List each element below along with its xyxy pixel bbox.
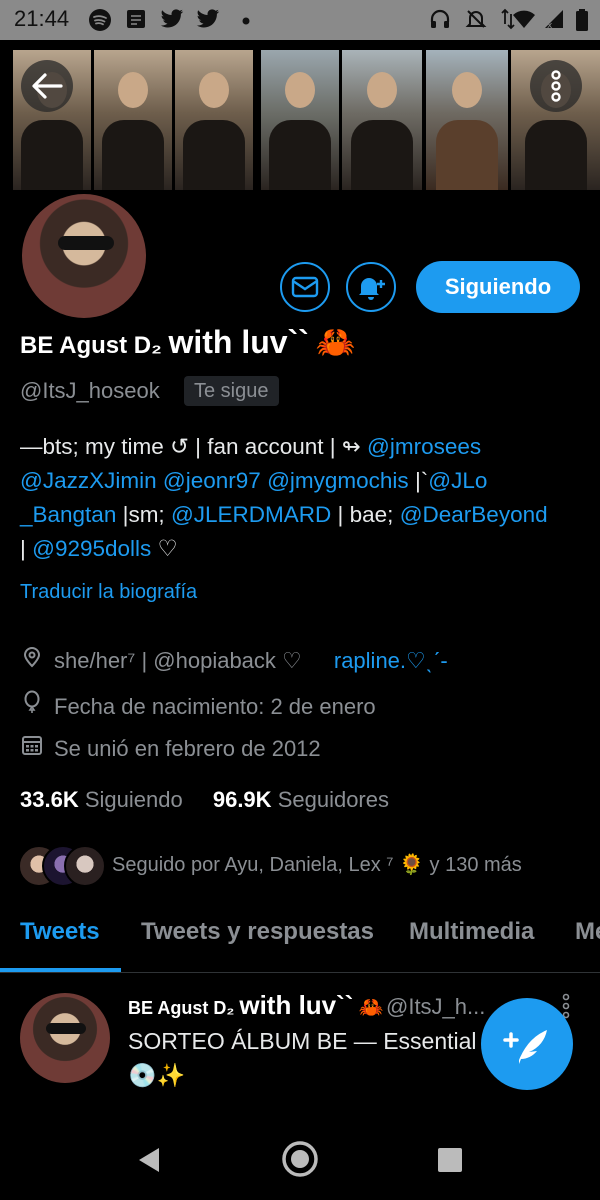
profile-bio: —bts; my time ↺ | fan account | ↬ @jmros… <box>20 430 590 566</box>
nav-home-icon <box>282 1141 318 1177</box>
bio-mention[interactable]: _Bangtan <box>20 502 116 527</box>
website-link[interactable]: rapline.♡ˎˊ- <box>334 648 448 673</box>
tab-likes[interactable]: Me <box>575 918 600 946</box>
spotify-icon <box>88 8 112 32</box>
more-options-button[interactable] <box>530 60 582 112</box>
bio-mention[interactable]: @jmygmochis <box>267 468 409 493</box>
bio-text: —bts; my time ↺ | fan account | ↬ <box>20 434 368 459</box>
notifications-button[interactable] <box>346 262 396 312</box>
tweet-text-line: 💿✨ <box>128 1062 186 1088</box>
location-icon <box>20 646 44 674</box>
tweet-text-line: SORTEO ÁLBUM BE — Essential <box>128 1028 477 1054</box>
banner-photo <box>94 50 172 190</box>
crab-emoji: 🦀 <box>315 324 356 360</box>
message-button[interactable] <box>280 262 330 312</box>
profile-handle: @ItsJ_hoseok <box>20 378 160 403</box>
tweet-avatar[interactable] <box>20 993 110 1083</box>
divider <box>0 972 600 973</box>
following-button[interactable]: Siguiendo <box>416 261 580 313</box>
display-name: BE Agust D₂ with luv`` 🦀 <box>20 323 355 361</box>
bio-text: |sm; <box>116 502 171 527</box>
more-vertical-icon <box>551 70 561 102</box>
tweet-name-prefix: BE Agust D₂ <box>128 998 235 1018</box>
battery-icon <box>570 8 594 32</box>
crab-emoji: 🦀 <box>358 997 384 1019</box>
compose-tweet-button[interactable] <box>481 998 573 1090</box>
bio-mention[interactable]: @9295dolls <box>32 536 151 561</box>
tweet-author-name[interactable]: BE Agust D₂ with luv`` 🦀 <box>128 990 383 1021</box>
svg-text:x: x <box>547 21 553 30</box>
bio-mention[interactable]: @jmrosees <box>367 434 481 459</box>
nav-recents-icon <box>438 1148 462 1172</box>
tab-media[interactable]: Multimedia <box>409 918 534 946</box>
bio-mention[interactable]: @JazzXJimin <box>20 468 157 493</box>
bio-text: | <box>20 536 33 561</box>
display-name-prefix: BE Agust D₂ <box>20 332 162 359</box>
follow-counts: 33.6K Siguiendo 96.9K Seguidores <box>20 787 389 813</box>
banner-photo <box>261 50 339 190</box>
profile-location: she/her⁷ | @hopiaback ♡ rapline.♡ˎˊ- <box>20 646 448 674</box>
avatar <box>64 845 106 887</box>
following-label: Siguiendo <box>84 787 183 812</box>
profile-avatar[interactable] <box>18 190 150 322</box>
twitter-bird-icon <box>196 8 220 32</box>
location-text: she/her⁷ | @hopiaback ♡ <box>54 648 302 673</box>
profile-birthday: Fecha de nacimiento: 2 de enero <box>20 690 376 720</box>
mail-icon <box>291 276 319 298</box>
joined-text: Se unió en febrero de 2012 <box>54 736 321 761</box>
bio-mention[interactable]: @JLERDMARD <box>171 502 331 527</box>
bio-text: | bae; <box>331 502 400 527</box>
following-link[interactable]: 33.6K Siguiendo <box>20 787 183 812</box>
display-name-main: with luv`` <box>168 324 309 360</box>
bell-off-icon <box>464 8 488 32</box>
balloon-icon <box>20 690 44 720</box>
nav-home-button[interactable] <box>281 1140 319 1183</box>
nav-back-icon <box>139 1148 159 1172</box>
tweet-text[interactable]: SORTEO ÁLBUM BE — Essential 💿✨ <box>128 1024 488 1092</box>
twitter-bird-icon <box>160 8 184 32</box>
message-icon <box>124 8 148 32</box>
bell-plus-icon <box>359 278 385 300</box>
followers-link[interactable]: 96.9K Seguidores <box>213 787 389 812</box>
bio-mention[interactable]: @jeonr97 <box>163 468 261 493</box>
bio-mention[interactable]: @DearBeyond <box>400 502 548 527</box>
bio-mention[interactable]: @JLo <box>428 468 487 493</box>
calendar-icon <box>20 734 44 762</box>
tweet-author-handle: @ItsJ_h... <box>386 994 486 1019</box>
notification-dot-icon <box>234 8 258 32</box>
cell-signal-icon: x <box>542 8 566 32</box>
translate-bio-link[interactable]: Traducir la biografía <box>20 581 197 604</box>
wifi-icon <box>512 8 536 32</box>
profile-joined: Se unió en febrero de 2012 <box>20 734 321 762</box>
following-count: 33.6K <box>20 787 79 812</box>
nav-recents-button[interactable] <box>437 1147 463 1178</box>
nav-back-button[interactable] <box>135 1146 163 1179</box>
tweet-name-main: with luv`` <box>239 990 354 1020</box>
compose-tweet-icon <box>503 1030 547 1064</box>
banner-photo <box>342 50 422 190</box>
system-nav-bar <box>0 1118 600 1200</box>
banner-photo <box>175 50 253 190</box>
back-arrow-icon <box>32 73 63 99</box>
status-bar: 21:44 x <box>0 0 600 40</box>
birthday-text: Fecha de nacimiento: 2 de enero <box>54 694 376 719</box>
bio-text: ♡ <box>151 536 178 561</box>
follows-you-badge: Te sigue <box>184 376 279 406</box>
followed-by-text[interactable]: Seguido por Ayu, Daniela, Lex ⁷ 🌻 y 130 … <box>112 852 522 877</box>
status-time: 21:44 <box>14 6 70 31</box>
banner-photo <box>426 50 508 190</box>
tab-tweets-replies[interactable]: Tweets y respuestas <box>141 918 374 946</box>
bio-text: |` <box>408 468 429 493</box>
headphones-icon <box>428 8 452 32</box>
tab-tweets[interactable]: Tweets <box>20 918 100 946</box>
followers-count: 96.9K <box>212 787 272 812</box>
followers-label: Seguidores <box>277 787 389 812</box>
back-button[interactable] <box>21 60 73 112</box>
